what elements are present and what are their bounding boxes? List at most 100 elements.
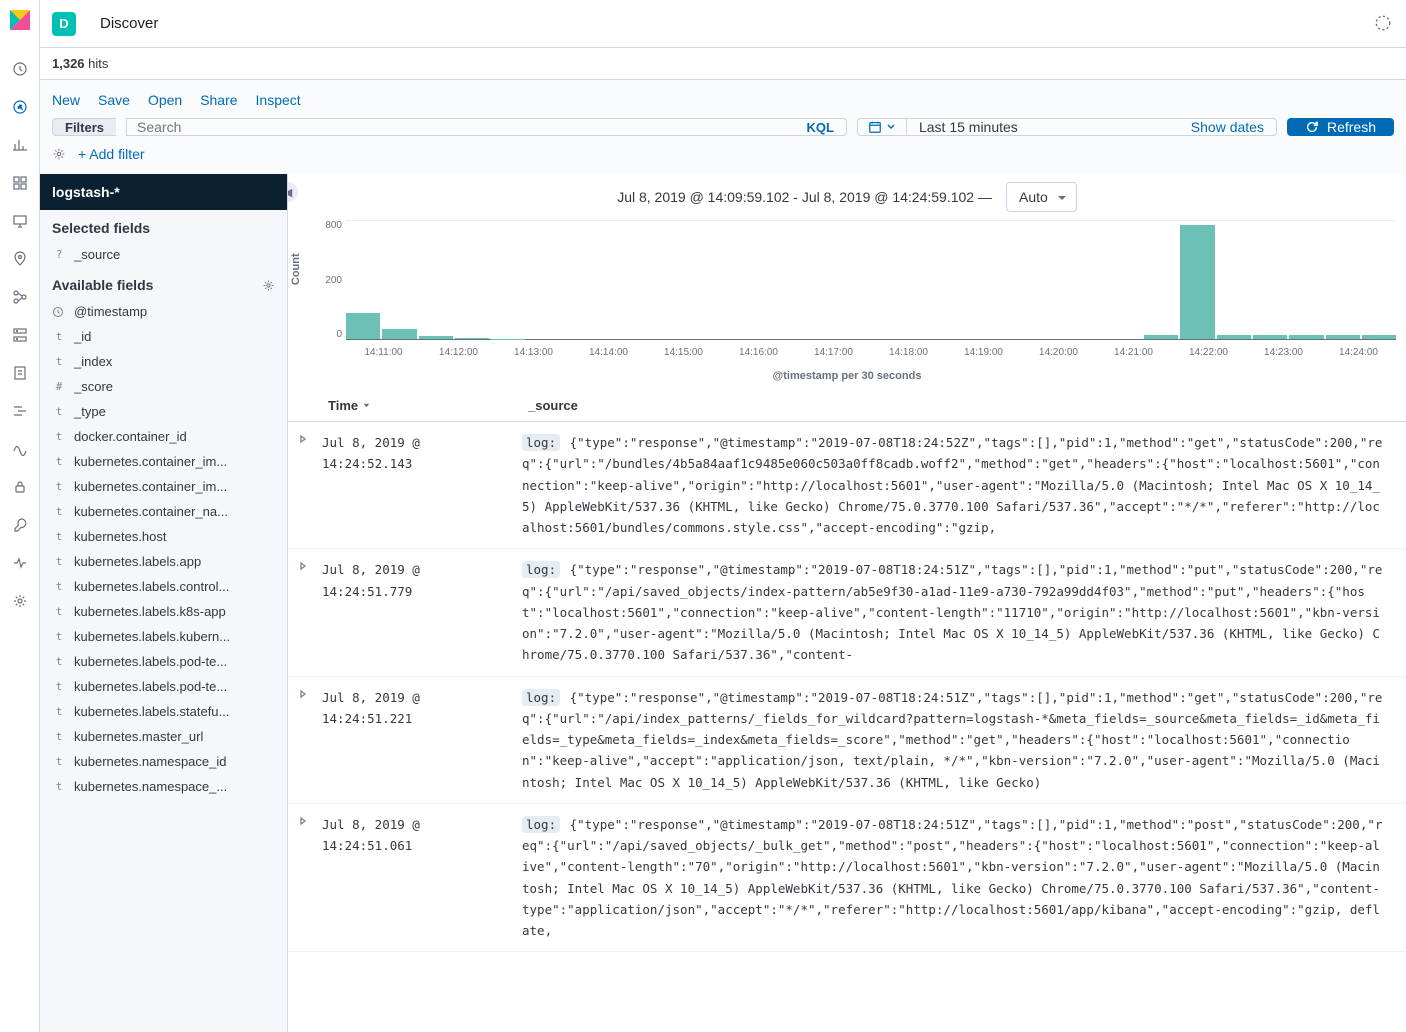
col-source-header[interactable]: _source	[528, 398, 1386, 413]
field-item[interactable]: tkubernetes.labels.kubern...	[40, 624, 287, 649]
field-item[interactable]: tkubernetes.host	[40, 524, 287, 549]
nav-siem-icon[interactable]	[8, 475, 32, 499]
field-type-icon: t	[52, 755, 66, 768]
histogram-bar[interactable]	[382, 329, 416, 339]
field-name: _type	[74, 404, 106, 419]
inspect-link[interactable]: Inspect	[256, 92, 301, 108]
field-item[interactable]: tkubernetes.namespace_...	[40, 774, 287, 799]
interval-select[interactable]: Auto	[1006, 182, 1077, 212]
date-range-text[interactable]: Last 15 minutes	[907, 119, 1179, 135]
field-item[interactable]: t_index	[40, 349, 287, 374]
show-dates-link[interactable]: Show dates	[1179, 119, 1276, 135]
field-item[interactable]: tkubernetes.container_im...	[40, 474, 287, 499]
open-link[interactable]: Open	[148, 92, 182, 108]
field-name: kubernetes.labels.k8s-app	[74, 604, 226, 619]
refresh-button[interactable]: Refresh	[1287, 118, 1394, 136]
logo-icon[interactable]	[8, 8, 32, 32]
histogram-bar[interactable]	[1180, 225, 1214, 339]
news-icon[interactable]	[1374, 14, 1394, 34]
nav-canvas-icon[interactable]	[8, 209, 32, 233]
filters-button[interactable]: Filters	[52, 118, 116, 136]
col-time-header[interactable]: Time	[328, 398, 358, 413]
doc-source: log: {"type":"response","@timestamp":"20…	[522, 559, 1386, 665]
kql-toggle[interactable]: KQL	[795, 119, 846, 135]
field-name: _score	[74, 379, 113, 394]
field-name: kubernetes.labels.pod-te...	[74, 654, 227, 669]
nav-recent-icon[interactable]	[8, 57, 32, 81]
field-item[interactable]: tkubernetes.container_im...	[40, 449, 287, 474]
histogram-bar[interactable]	[1362, 335, 1396, 339]
histogram-bar[interactable]	[419, 336, 453, 339]
field-item[interactable]: tkubernetes.labels.pod-te...	[40, 674, 287, 699]
save-link[interactable]: Save	[98, 92, 130, 108]
table-row: Jul 8, 2019 @ 14:24:51.221log: {"type":"…	[288, 677, 1406, 804]
calendar-icon	[868, 120, 882, 134]
field-type-icon: t	[52, 555, 66, 568]
table-row: Jul 8, 2019 @ 14:24:51.061log: {"type":"…	[288, 804, 1406, 953]
histogram-bar[interactable]	[1289, 335, 1323, 339]
nav-devtools-icon[interactable]	[8, 513, 32, 537]
expand-row-icon[interactable]	[298, 432, 322, 538]
nav-dashboard-icon[interactable]	[8, 171, 32, 195]
nav-maps-icon[interactable]	[8, 247, 32, 271]
field-item[interactable]: @timestamp	[40, 299, 287, 324]
histogram-bar[interactable]	[346, 313, 380, 339]
expand-row-icon[interactable]	[298, 687, 322, 793]
results-pane: ◀ Jul 8, 2019 @ 14:09:59.102 - Jul 8, 20…	[288, 174, 1406, 1032]
field-type-icon: t	[52, 580, 66, 593]
add-filter-link[interactable]: + Add filter	[78, 146, 145, 162]
fields-sidebar: logstash-* Selected fields ?_source Avai…	[40, 174, 288, 1032]
index-pattern-selector[interactable]: logstash-*	[40, 174, 287, 210]
doc-time: Jul 8, 2019 @ 14:24:52.143	[322, 432, 522, 538]
field-type-icon: t	[52, 430, 66, 443]
expand-row-icon[interactable]	[298, 559, 322, 665]
nav-logs-icon[interactable]	[8, 361, 32, 385]
nav-rail	[0, 0, 40, 1032]
field-item[interactable]: t docker.container_id	[40, 424, 287, 449]
field-name: kubernetes.labels.pod-te...	[74, 679, 227, 694]
field-item[interactable]: #_score	[40, 374, 287, 399]
nav-discover-icon[interactable]	[8, 95, 32, 119]
share-link[interactable]: Share	[200, 92, 237, 108]
field-item[interactable]: tkubernetes.labels.app	[40, 549, 287, 574]
nav-infra-icon[interactable]	[8, 323, 32, 347]
field-name: docker.container_id	[74, 429, 187, 444]
histogram-bar[interactable]	[1217, 335, 1251, 339]
histogram-bar[interactable]	[1326, 335, 1360, 339]
nav-management-icon[interactable]	[8, 589, 32, 613]
doc-source: log: {"type":"response","@timestamp":"20…	[522, 814, 1386, 942]
nav-monitoring-icon[interactable]	[8, 551, 32, 575]
field-type-icon: t	[52, 655, 66, 668]
date-picker-button[interactable]	[858, 119, 907, 135]
field-item[interactable]: t_id	[40, 324, 287, 349]
field-item[interactable]: tkubernetes.master_url	[40, 724, 287, 749]
field-type-icon: t	[52, 730, 66, 743]
filter-settings-icon[interactable]	[52, 147, 66, 161]
sort-desc-icon	[362, 401, 371, 410]
field-item[interactable]: tkubernetes.container_na...	[40, 499, 287, 524]
field-type-icon: t	[52, 405, 66, 418]
histogram-bar[interactable]	[1253, 335, 1287, 339]
nav-visualize-icon[interactable]	[8, 133, 32, 157]
field-item[interactable]: t _type	[40, 399, 287, 424]
field-name: @timestamp	[74, 304, 147, 319]
field-item[interactable]: tkubernetes.labels.control...	[40, 574, 287, 599]
search-input[interactable]	[127, 119, 795, 135]
new-link[interactable]: New	[52, 92, 80, 108]
nav-uptime-icon[interactable]	[8, 437, 32, 461]
field-type-icon: t	[52, 355, 66, 368]
field-item[interactable]: ?_source	[40, 242, 287, 267]
field-item[interactable]: tkubernetes.namespace_id	[40, 749, 287, 774]
field-item[interactable]: tkubernetes.labels.k8s-app	[40, 599, 287, 624]
histogram-bar[interactable]	[455, 338, 489, 339]
field-settings-icon[interactable]	[262, 279, 275, 292]
table-row: Jul 8, 2019 @ 14:24:51.779log: {"type":"…	[288, 549, 1406, 676]
field-item[interactable]: tkubernetes.labels.statefu...	[40, 699, 287, 724]
histogram-bar[interactable]	[1144, 335, 1178, 339]
expand-row-icon[interactable]	[298, 814, 322, 942]
page-title: Discover	[100, 15, 158, 32]
nav-ml-icon[interactable]	[8, 285, 32, 309]
field-item[interactable]: t kubernetes.labels.pod-te...	[40, 649, 287, 674]
nav-apm-icon[interactable]	[8, 399, 32, 423]
doc-source: log: {"type":"response","@timestamp":"20…	[522, 432, 1386, 538]
